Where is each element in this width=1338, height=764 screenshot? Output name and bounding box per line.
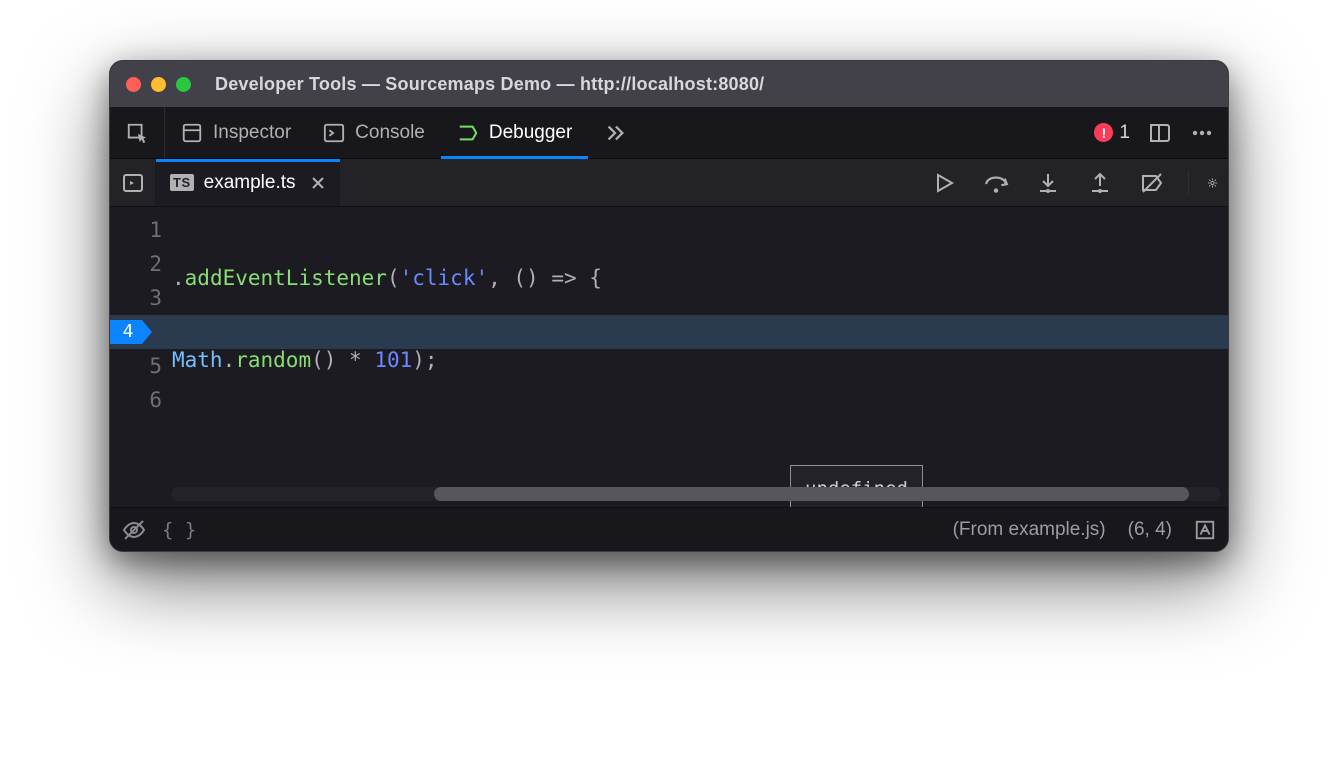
file-tab-name: example.ts <box>204 172 296 194</box>
file-tab-example-ts[interactable]: TS example.ts <box>156 159 340 206</box>
horizontal-scrollbar[interactable] <box>172 487 1220 501</box>
pretty-print-button[interactable]: { } <box>162 519 196 541</box>
tab-debugger-label: Debugger <box>489 122 572 144</box>
pick-element-icon <box>126 122 148 144</box>
window-title: Developer Tools — Sourcemaps Demo — http… <box>215 74 764 95</box>
typescript-badge-icon: TS <box>170 174 194 191</box>
error-icon <box>1094 123 1113 142</box>
debugger-controls <box>928 170 1228 196</box>
blackbox-toggle[interactable] <box>122 518 146 542</box>
line-number[interactable]: 5 <box>110 349 162 383</box>
chevrons-right-icon <box>604 122 626 144</box>
tab-console[interactable]: Console <box>307 107 441 158</box>
tab-inspector[interactable]: Inspector <box>165 107 307 158</box>
line-gutter: 1 2 3 4 5 6 <box>110 207 172 507</box>
close-tab-button[interactable] <box>310 175 326 191</box>
deactivate-breakpoints-button[interactable] <box>1136 171 1166 195</box>
code-area[interactable]: .addEventListener('click', () => { Math.… <box>172 207 1228 507</box>
line-number[interactable]: 3 <box>110 281 162 315</box>
code-line: Math.random() * 101); <box>172 343 1228 377</box>
source-map-toggle[interactable] <box>1194 519 1216 541</box>
line-number[interactable]: 2 <box>110 247 162 281</box>
error-count-badge[interactable]: 1 <box>1094 122 1130 144</box>
debugger-settings-button[interactable] <box>1188 171 1218 195</box>
pick-element-button[interactable] <box>110 107 165 158</box>
code-line: .addEventListener('click', () => { <box>172 261 1228 295</box>
debugger-icon <box>457 122 479 144</box>
more-menu-button[interactable] <box>1190 121 1214 145</box>
zoom-window-button[interactable] <box>176 77 191 92</box>
resume-button[interactable] <box>928 171 958 195</box>
titlebar: Developer Tools — Sourcemaps Demo — http… <box>110 61 1228 107</box>
scrollbar-thumb[interactable] <box>434 487 1189 501</box>
step-out-button[interactable] <box>1084 171 1114 195</box>
step-over-button[interactable] <box>980 170 1010 196</box>
window-controls <box>126 77 191 92</box>
minimize-window-button[interactable] <box>151 77 166 92</box>
line-number[interactable]: 1 <box>110 213 162 247</box>
devtools-toolbar: Inspector Console Debugger <box>110 107 1228 159</box>
source-map-origin: (From example.js) <box>953 519 1106 541</box>
console-icon <box>323 122 345 144</box>
error-count: 1 <box>1119 122 1130 144</box>
sources-pane-toggle[interactable] <box>110 159 156 206</box>
dock-side-button[interactable] <box>1148 121 1172 145</box>
line-number[interactable]: 6 <box>110 383 162 417</box>
tab-debugger[interactable]: Debugger <box>441 107 588 158</box>
cursor-position: (6, 4) <box>1128 519 1172 541</box>
tab-inspector-label: Inspector <box>213 122 291 144</box>
tab-console-label: Console <box>355 122 425 144</box>
step-in-button[interactable] <box>1032 171 1062 195</box>
devtools-window: Developer Tools — Sourcemaps Demo — http… <box>109 60 1229 552</box>
source-editor[interactable]: 4 1 2 3 4 5 6 .addEventListener('click',… <box>110 207 1228 507</box>
status-bar: { } (From example.js) (6, 4) <box>110 507 1228 551</box>
code-line <box>172 425 1228 459</box>
close-window-button[interactable] <box>126 77 141 92</box>
debugger-subbar: TS example.ts <box>110 159 1228 207</box>
inspector-icon <box>181 122 203 144</box>
tabs-overflow-button[interactable] <box>588 107 642 158</box>
